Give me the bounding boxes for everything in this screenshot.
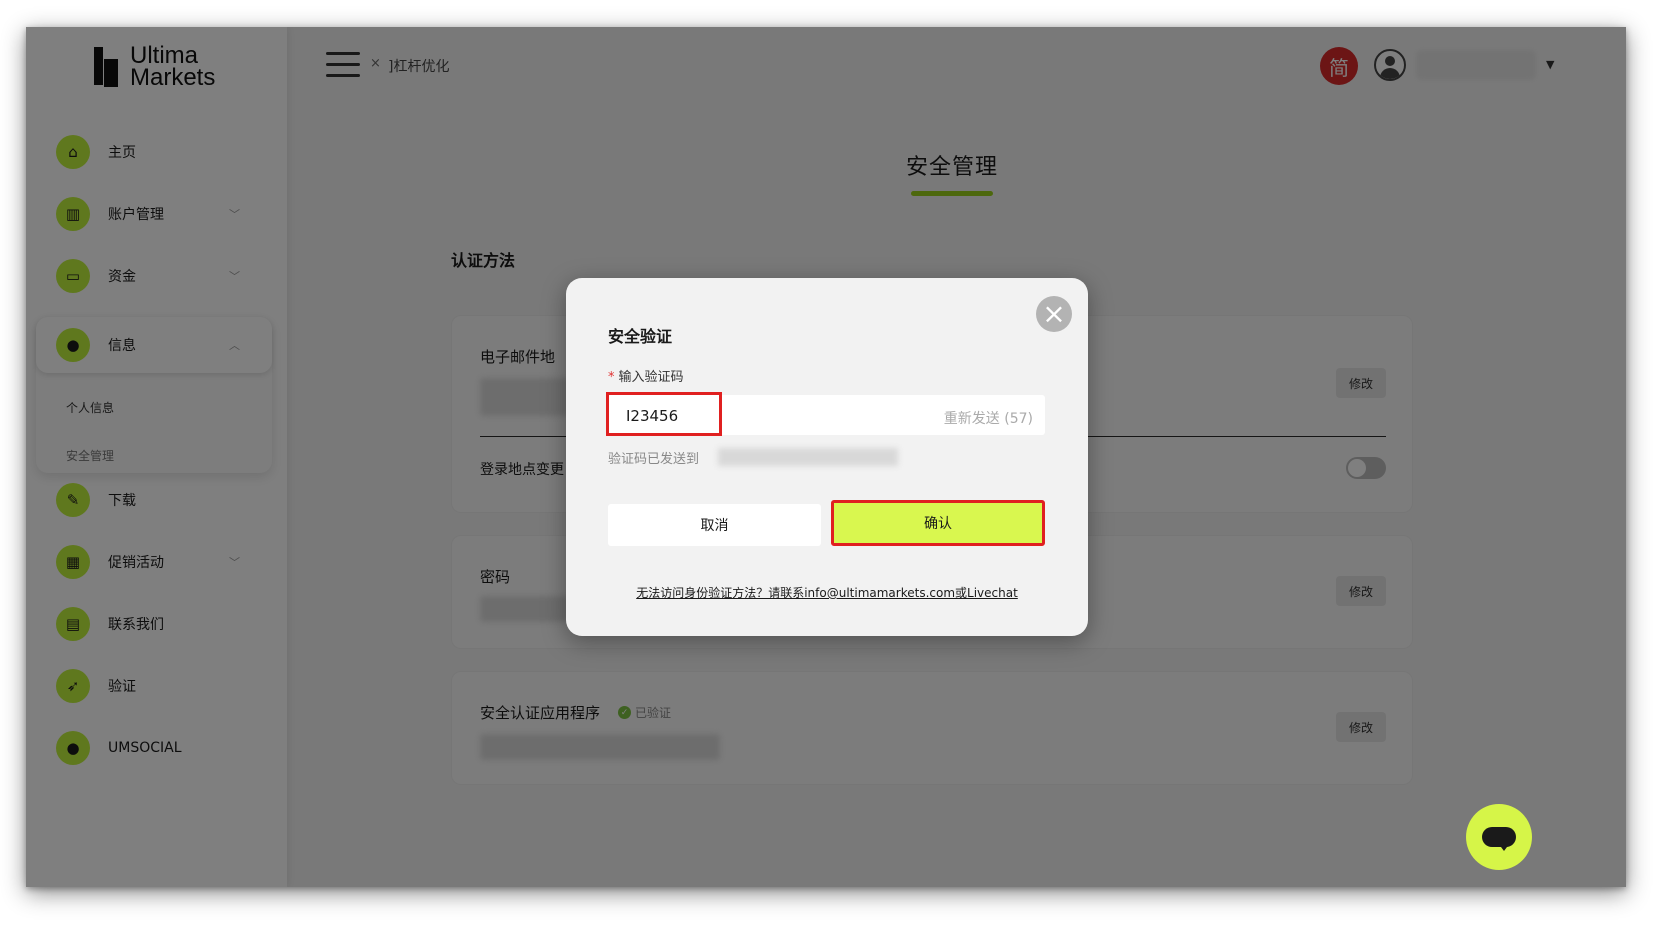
resend-code-button[interactable]: 重新发送 (57) [944,408,1033,428]
livechat-button[interactable] [1466,804,1532,870]
code-highlight-box [606,392,722,436]
required-mark: * [608,370,615,385]
verification-code-input[interactable]: I23456 重新发送 (57) [606,392,1045,436]
confirm-button[interactable]: 确认 [831,500,1045,546]
code-field-label-text: 输入验证码 [618,370,684,385]
close-icon[interactable]: × [1036,296,1072,332]
code-field-label: * 输入验证码 [608,366,684,385]
security-verification-dialog: × 安全验证 * 输入验证码 I23456 重新发送 (57) 验证码已发送到 取… [566,278,1088,636]
app-window: Ultima Markets ⌂ 主页 ▥ 账户管理 ﹀ ▭ 资金 ﹀ ● 信息… [26,27,1626,887]
help-link[interactable]: 无法访问身份验证方法？请联系info@ultimamarkets.com或Liv… [566,584,1088,601]
dialog-title: 安全验证 [608,327,673,346]
cancel-button[interactable]: 取消 [608,504,821,546]
chat-icon [1482,827,1516,851]
recipient-redacted [718,448,898,466]
code-sent-hint: 验证码已发送到 [608,452,700,467]
